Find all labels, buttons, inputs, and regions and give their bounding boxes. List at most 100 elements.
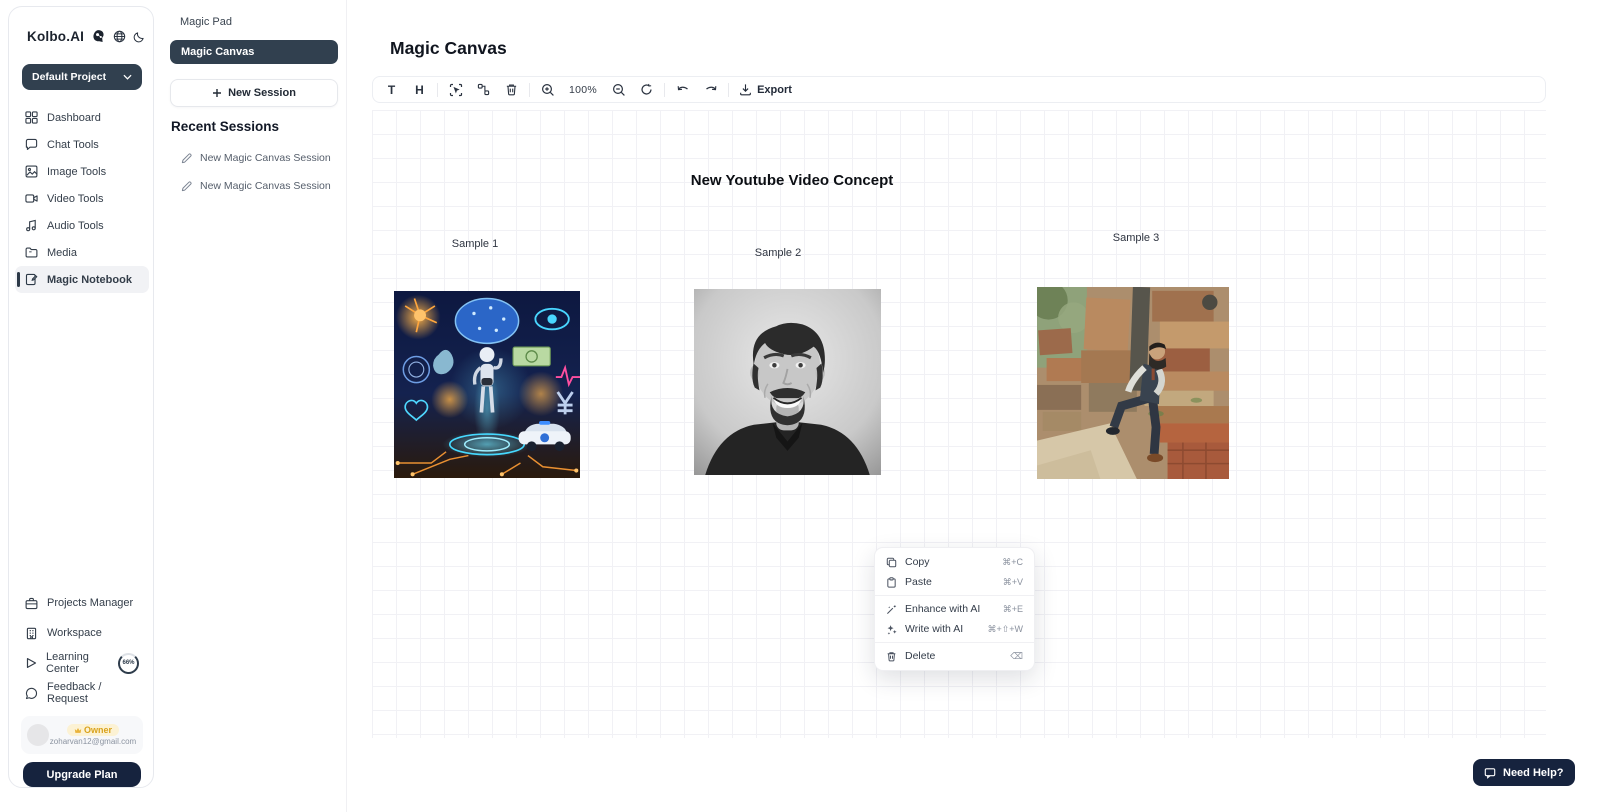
sidebar-item-dashboard[interactable]: Dashboard [15,104,149,131]
canvas-grid[interactable]: New Youtube Video Concept Sample 1 Sampl… [372,110,1546,738]
context-menu-divider [875,642,1034,643]
sample-2-label[interactable]: Sample 2 [733,247,823,259]
sample-3-image[interactable] [1037,287,1229,479]
brand-head-icon [91,29,106,44]
canvas-toolbar: T H 100% Export [372,76,1546,103]
help-chat-icon [1484,767,1496,779]
toolbar-divider [529,83,530,97]
text-tool-button[interactable]: T [381,79,402,100]
download-icon [739,83,752,96]
context-menu-item-write-with-ai[interactable]: Write with AI ⌘+⇧+W [875,619,1034,639]
session-item[interactable]: New Magic Canvas Session [181,152,331,164]
pencil-icon [181,153,192,164]
trash-icon [886,651,897,662]
new-session-button[interactable]: New Session [170,79,338,107]
sidebar-item-label: Image Tools [47,166,106,178]
sidebar-item-label: Video Tools [47,193,103,205]
session-item-label: New Magic Canvas Session [200,152,331,164]
sidebar-item-learning-center[interactable]: Learning Center 66% [15,648,149,678]
sidebar-item-media[interactable]: Media [15,239,149,266]
recent-sessions-title: Recent Sessions [171,119,279,134]
connector-tool-button[interactable] [473,79,494,100]
page-title: Magic Canvas [390,38,507,59]
sidebar-item-workspace[interactable]: Workspace [15,618,149,648]
chevron-down-icon [123,74,132,80]
language-globe-icon[interactable] [113,30,126,43]
sidebar-item-chat-tools[interactable]: Chat Tools [15,131,149,158]
context-menu-label: Write with AI [905,623,963,635]
toolbar-divider [664,83,665,97]
context-menu-shortcut: ⌘+C [1002,557,1023,568]
sparkles-icon [886,624,897,635]
context-menu: Copy ⌘+C Paste ⌘+V Enhance with AI ⌘+E W… [874,547,1035,671]
need-help-label: Need Help? [1503,767,1564,779]
sidebar-item-label: Magic Notebook [47,274,132,286]
sidebar-item-feedback[interactable]: Feedback / Request [15,678,149,708]
context-menu-divider [875,595,1034,596]
magic-canvas-item[interactable]: Magic Canvas [170,40,338,64]
feedback-bubble-icon [25,687,38,700]
select-tool-button[interactable] [445,79,466,100]
heading-tool-button[interactable]: H [409,79,430,100]
need-help-button[interactable]: Need Help? [1473,759,1575,786]
context-menu-item-copy[interactable]: Copy ⌘+C [875,552,1034,572]
plus-icon [212,88,222,98]
sidebar-item-label: Projects Manager [47,597,133,609]
export-button[interactable]: Export [736,79,795,100]
sidebar-item-audio-tools[interactable]: Audio Tools [15,212,149,239]
zoom-level: 100% [565,84,601,96]
upgrade-plan-button[interactable]: Upgrade Plan [23,762,141,787]
redo-button[interactable] [700,79,721,100]
dark-mode-moon-icon[interactable] [133,31,145,43]
sidebar-item-label: Chat Tools [47,139,99,151]
building-icon [25,627,38,640]
logo-row: Kolbo.AI [27,29,139,44]
user-email: zoharvan12@gmail.com [50,737,136,746]
session-item-label: New Magic Canvas Session [200,180,331,192]
sessions-panel: Magic Pad Magic Canvas New Session Recen… [156,0,347,812]
context-menu-item-delete[interactable]: Delete ⌫ [875,646,1034,666]
sidebar-nav: Dashboard Chat Tools Image Tools Video T… [15,104,149,293]
pencil-icon [181,181,192,192]
undo-button[interactable] [672,79,693,100]
delete-tool-button[interactable] [501,79,522,100]
context-menu-label: Delete [905,650,935,662]
owner-badge-label: Owner [84,725,112,735]
session-item[interactable]: New Magic Canvas Session [181,180,331,192]
reset-view-button[interactable] [636,79,657,100]
app-root: Kolbo.AI Default Project Dashboard [0,0,1600,812]
avatar [27,724,49,746]
new-session-label: New Session [228,87,296,99]
export-label: Export [757,84,792,96]
context-menu-shortcut: ⌘+V [1003,577,1023,588]
sidebar-item-label: Workspace [47,627,102,639]
context-menu-item-paste[interactable]: Paste ⌘+V [875,572,1034,592]
toolbar-divider [437,83,438,97]
canvas-title-object[interactable]: New Youtube Video Concept [662,172,922,189]
sidebar-item-projects-manager[interactable]: Projects Manager [15,588,149,618]
magic-pad-item[interactable]: Magic Pad [180,16,232,28]
owner-badge: Owner [67,724,119,736]
sample-2-image[interactable] [694,289,881,475]
toolbar-divider [728,83,729,97]
copy-icon [886,557,897,568]
sample-1-label[interactable]: Sample 1 [430,238,520,250]
sidebar-item-label: Learning Center [46,651,107,675]
sidebar-item-image-tools[interactable]: Image Tools [15,158,149,185]
sample-1-image[interactable] [394,291,580,478]
project-selector[interactable]: Default Project [22,64,142,90]
clipboard-icon [886,577,897,588]
sample-3-label[interactable]: Sample 3 [1091,232,1181,244]
chat-bubble-icon [25,138,38,151]
zoom-in-button[interactable] [537,79,558,100]
image-icon [25,165,38,178]
sidebar-item-magic-notebook[interactable]: Magic Notebook [15,266,149,293]
sidebar-item-video-tools[interactable]: Video Tools [15,185,149,212]
zoom-out-button[interactable] [608,79,629,100]
context-menu-shortcut: ⌘+⇧+W [987,624,1023,635]
user-card[interactable]: Owner zoharvan12@gmail.com [21,716,143,754]
context-menu-shortcut: ⌘+E [1003,604,1023,615]
play-icon [25,657,37,669]
context-menu-item-enhance-with-ai[interactable]: Enhance with AI ⌘+E [875,599,1034,619]
context-menu-label: Enhance with AI [905,603,980,615]
